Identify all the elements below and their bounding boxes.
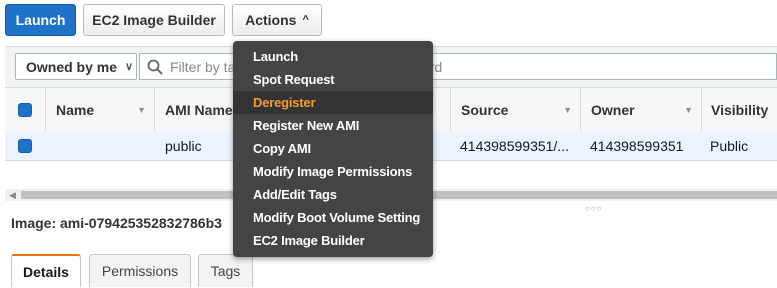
menu-item-launch[interactable]: Launch xyxy=(233,45,433,68)
actions-menu: Launch Spot Request Deregister Register … xyxy=(233,41,433,257)
resize-handle-icon[interactable]: ○○○ xyxy=(585,204,603,213)
checkbox-icon xyxy=(18,103,32,117)
cell-visibility: Public xyxy=(710,137,749,154)
chevron-down-icon: ∨ xyxy=(125,61,134,73)
select-all-checkbox[interactable] xyxy=(5,88,45,132)
menu-item-spot-request[interactable]: Spot Request xyxy=(233,68,433,91)
column-header-source[interactable]: Source ▼ xyxy=(450,88,580,132)
launch-button[interactable]: Launch xyxy=(5,4,76,36)
detail-title: Image: ami-079425352832786b3 xyxy=(11,215,222,231)
search-placeholder: Filter by ta xyxy=(170,58,236,75)
menu-item-modify-image-permissions[interactable]: Modify Image Permissions xyxy=(233,160,433,183)
cell-owner: 414398599351 xyxy=(590,137,684,154)
sort-arrow-icon: ▼ xyxy=(684,105,693,115)
owned-by-label: Owned by me xyxy=(26,58,118,75)
owned-by-filter-select[interactable]: Owned by me ∨ xyxy=(15,53,137,80)
scroll-left-icon[interactable]: ◀ xyxy=(9,189,16,201)
column-header-name[interactable]: Name ▼ xyxy=(45,88,154,132)
sort-arrow-icon: ▼ xyxy=(563,105,572,115)
ec2-image-builder-button[interactable]: EC2 Image Builder xyxy=(83,4,225,36)
tab-permissions[interactable]: Permissions xyxy=(89,254,191,287)
tab-tags[interactable]: Tags xyxy=(198,254,253,287)
actions-label: Actions xyxy=(245,12,297,28)
column-header-visibility[interactable]: Visibility xyxy=(701,88,777,132)
row-checkbox[interactable] xyxy=(5,131,45,160)
checkbox-icon xyxy=(18,138,32,153)
menu-item-modify-boot-volume-setting[interactable]: Modify Boot Volume Setting xyxy=(233,206,433,229)
cell-ami-name: public xyxy=(165,137,202,154)
column-header-owner[interactable]: Owner ▼ xyxy=(580,88,701,132)
menu-item-ec2-image-builder[interactable]: EC2 Image Builder xyxy=(233,229,433,252)
actions-button[interactable]: Actions ^ xyxy=(232,4,322,36)
menu-item-register-new-ami[interactable]: Register New AMI xyxy=(233,114,433,137)
toolbar: Launch EC2 Image Builder Actions ^ xyxy=(0,0,777,44)
column-header-label: Owner xyxy=(591,102,635,118)
menu-item-add-edit-tags[interactable]: Add/Edit Tags xyxy=(233,183,433,206)
cell-name xyxy=(55,131,154,160)
tab-details[interactable]: Details xyxy=(11,254,81,287)
search-icon xyxy=(147,59,163,75)
column-header-label: Source xyxy=(461,102,509,118)
menu-item-deregister[interactable]: Deregister xyxy=(233,91,433,114)
menu-item-copy-ami[interactable]: Copy AMI xyxy=(233,137,433,160)
column-header-label: Name xyxy=(56,102,95,118)
column-header-label: Visibility xyxy=(711,102,769,118)
column-header-label: AMI Name xyxy=(165,102,233,118)
cell-source: 414398599351/... xyxy=(460,137,569,154)
chevron-up-icon: ^ xyxy=(302,14,309,26)
sort-arrow-icon: ▼ xyxy=(137,105,146,115)
